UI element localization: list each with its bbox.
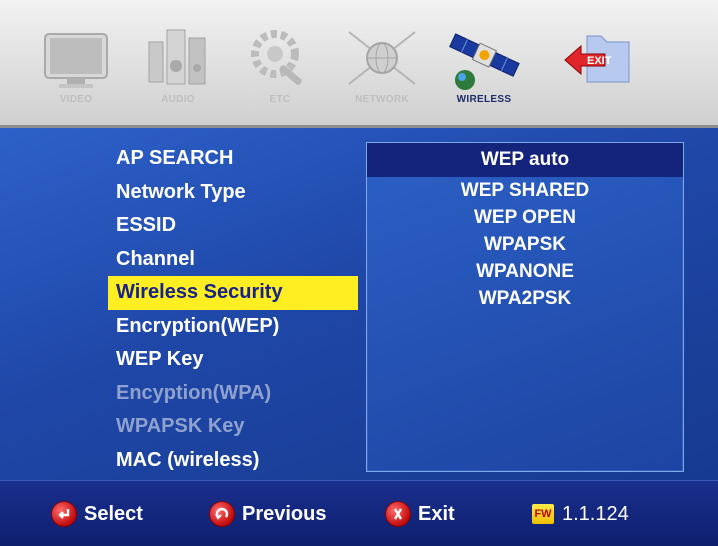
menu-item-wireless-security[interactable]: Wireless Security <box>108 276 358 310</box>
menu-item-channel[interactable]: Channel <box>108 243 358 277</box>
tab-etc[interactable]: ETC <box>232 26 328 124</box>
return-arrow-icon <box>210 502 234 526</box>
option-wep-shared[interactable]: WEP SHARED <box>367 177 683 204</box>
tv-icon <box>39 26 113 92</box>
option-wep-auto[interactable]: WEP auto <box>367 143 683 177</box>
option-wpa2psk[interactable]: WPA2PSK <box>367 285 683 312</box>
tab-video[interactable]: VIDEO <box>28 26 124 124</box>
menu-item-wep-key[interactable]: WEP Key <box>108 343 358 377</box>
footer-hint-bar: Select Previous Exit FW 1.1.124 <box>0 480 718 546</box>
exit-hint[interactable]: Exit <box>386 501 455 527</box>
option-wep-open[interactable]: WEP OPEN <box>367 204 683 231</box>
menu-item-network-type[interactable]: Network Type <box>108 176 358 210</box>
menu-item-ap-search[interactable]: AP SEARCH <box>108 142 358 176</box>
tools-icon <box>243 26 317 92</box>
settings-area: AP SEARCH Network Type ESSID Channel Wir… <box>0 128 718 480</box>
previous-label: Previous <box>242 502 327 525</box>
exit-label: Exit <box>418 502 455 525</box>
previous-hint[interactable]: Previous <box>210 501 326 527</box>
menu-item-encryption-wpa: Encyption(WPA) <box>116 381 272 404</box>
top-tab-bar: VIDEO AUDIO ETC NETWORK WIRELESS EXIT <box>0 0 718 128</box>
tab-label: AUDIO <box>161 94 195 105</box>
tab-exit[interactable]: EXIT <box>548 26 644 124</box>
select-label: Select <box>84 502 143 525</box>
svg-text:EXIT: EXIT <box>587 55 612 67</box>
wireless-settings-menu: AP SEARCH Network Type ESSID Channel Wir… <box>108 142 358 477</box>
menu-item-encryption-wep[interactable]: Encryption(WEP) <box>108 310 358 344</box>
tab-label: NETWORK <box>355 94 409 105</box>
tab-audio[interactable]: AUDIO <box>130 26 226 124</box>
satellite-icon <box>447 26 521 92</box>
exit-folder-icon: EXIT <box>559 26 633 92</box>
tab-label: VIDEO <box>59 94 93 105</box>
firmware-version: FW 1.1.124 <box>532 501 629 527</box>
security-options-panel: WEP auto WEP SHARED WEP OPEN WPAPSK WPAN… <box>366 142 684 472</box>
menu-item-mac-wireless[interactable]: MAC (wireless) <box>108 444 358 478</box>
option-wpapsk[interactable]: WPAPSK <box>367 231 683 258</box>
fw-badge: FW <box>532 504 554 524</box>
network-globe-icon <box>345 26 419 92</box>
exit-icon <box>386 502 410 526</box>
tab-label: ETC <box>269 94 291 105</box>
enter-icon <box>52 502 76 526</box>
menu-item-essid[interactable]: ESSID <box>108 209 358 243</box>
version-text: 1.1.124 <box>562 502 629 525</box>
menu-item-wpapsk-key: WPAPSK Key <box>116 415 245 437</box>
tab-wireless[interactable]: WIRELESS <box>436 26 532 124</box>
option-wpanone[interactable]: WPANONE <box>367 258 683 285</box>
tab-label: WIRELESS <box>456 94 512 105</box>
tab-network[interactable]: NETWORK <box>334 26 430 124</box>
select-hint[interactable]: Select <box>52 501 143 527</box>
speakers-icon <box>141 26 215 92</box>
